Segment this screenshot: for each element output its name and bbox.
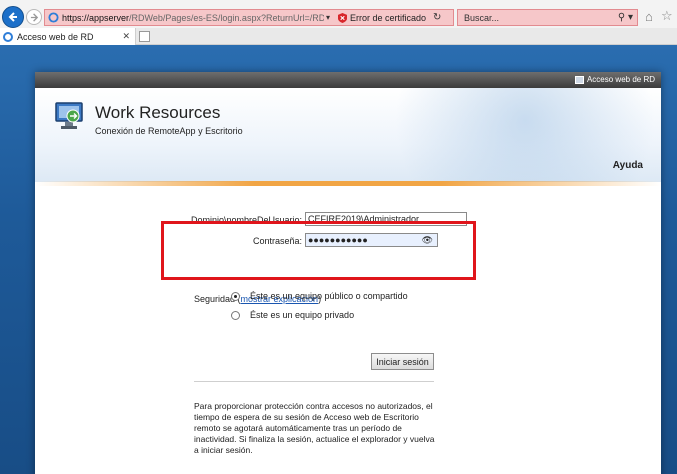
panel-top-bar: Acceso web de RD bbox=[35, 72, 661, 88]
divider bbox=[194, 381, 434, 382]
reload-icon[interactable]: ↻ bbox=[433, 12, 441, 23]
tab-close-icon[interactable]: ✕ bbox=[122, 31, 130, 42]
search-box[interactable]: Buscar... ⚲ ▾ bbox=[457, 9, 638, 26]
remoteapp-logo-icon bbox=[55, 102, 83, 129]
sign-in-button[interactable]: Iniciar sesión bbox=[371, 353, 434, 370]
home-icon[interactable]: ⌂ bbox=[645, 9, 653, 24]
certificate-error[interactable]: Error de certificado bbox=[338, 13, 426, 23]
back-arrow-icon bbox=[8, 12, 17, 22]
ie-page-icon bbox=[48, 12, 59, 23]
ie-tab-icon bbox=[3, 31, 13, 42]
tab-bar: Acceso web de RD ✕ bbox=[0, 28, 677, 45]
timeout-info-text: Para proporcionar protección contra acce… bbox=[194, 401, 435, 455]
cert-error-label: Error de certificado bbox=[350, 12, 427, 23]
forward-arrow-icon bbox=[30, 12, 38, 22]
radio-private-computer[interactable] bbox=[231, 311, 240, 320]
radio-public-computer[interactable] bbox=[231, 292, 240, 301]
new-tab-button[interactable] bbox=[139, 31, 150, 42]
page-title: Work Resources bbox=[95, 103, 221, 122]
search-placeholder: Buscar... bbox=[464, 12, 500, 23]
rd-web-access-link[interactable]: Acceso web de RD bbox=[574, 75, 655, 84]
forward-button[interactable] bbox=[26, 9, 42, 25]
option-private-label: Éste es un equipo privado bbox=[250, 310, 355, 320]
page-subtitle: Conexión de RemoteApp y Escritorio bbox=[95, 126, 243, 136]
help-link[interactable]: Ayuda bbox=[613, 160, 643, 171]
accent-divider bbox=[35, 181, 661, 186]
favorites-star-icon[interactable]: ☆ bbox=[661, 8, 673, 24]
tab-rd-web-access[interactable]: Acceso web de RD ✕ bbox=[0, 28, 136, 45]
rd-web-icon bbox=[574, 75, 584, 84]
page-viewport: Acceso web de RD Work Resources Conexión… bbox=[0, 45, 677, 474]
option-public-label: Éste es un equipo público o compartido bbox=[250, 291, 408, 301]
header-banner: Work Resources Conexión de RemoteApp y E… bbox=[35, 88, 661, 182]
search-icon[interactable]: ⚲ ▾ bbox=[618, 12, 633, 23]
dropdown-arrow-icon[interactable]: ▾ bbox=[324, 13, 332, 22]
address-url[interactable]: https://appserver/RDWeb/Pages/es-ES/logi… bbox=[62, 13, 324, 23]
rd-web-access-label: Acceso web de RD bbox=[586, 75, 655, 84]
shield-error-icon bbox=[338, 12, 347, 23]
tab-title: Acceso web de RD bbox=[17, 31, 94, 42]
back-button[interactable] bbox=[2, 6, 24, 28]
highlight-box bbox=[161, 221, 476, 280]
address-bar[interactable]: https://appserver/RDWeb/Pages/es-ES/logi… bbox=[44, 9, 454, 26]
